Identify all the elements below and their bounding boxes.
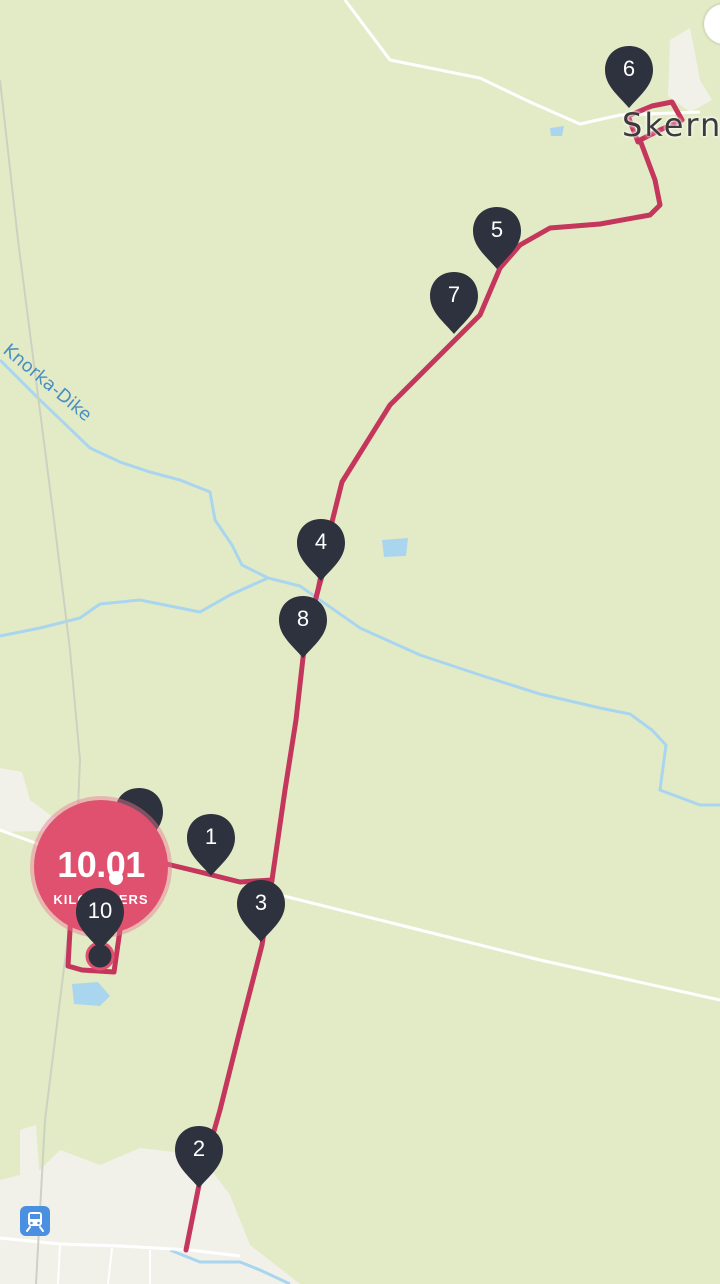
map-base: Knorka-Dike (0, 0, 720, 1284)
route-marker-3-pin[interactable]: 3 (235, 878, 287, 944)
stream (0, 358, 720, 807)
train-icon (26, 1212, 44, 1232)
route-marker-label: 7 (447, 282, 461, 307)
train-station-icon[interactable] (20, 1206, 50, 1236)
waterway-label: Knorka-Dike (0, 340, 96, 426)
route-marker-label: 1 (204, 824, 218, 849)
route-marker-6-pin[interactable]: 6 (603, 44, 655, 110)
route-marker-label: 3 (254, 890, 268, 915)
settlement-area (668, 28, 712, 112)
route-marker-1-pin[interactable]: 1 (185, 812, 237, 878)
route-marker-8-pin[interactable]: 8 (277, 594, 329, 660)
route-marker-label: 5 (490, 217, 504, 242)
route-marker-4-pin[interactable]: 4 (295, 517, 347, 583)
road (259, 888, 720, 1002)
pond (550, 126, 564, 136)
route-marker-label: 2 (192, 1136, 206, 1161)
route-line (65, 99, 685, 1253)
distance-value: 10.01 (57, 844, 145, 885)
map-view[interactable]: Knorka-Dike Skern 1 2 3 4 5 6 7 8 10.01 … (0, 0, 720, 1284)
pond (72, 982, 110, 1006)
route-marker-10-pin[interactable]: 10 (74, 886, 126, 952)
route-marker-2-pin[interactable]: 2 (173, 1124, 225, 1190)
route-marker-label: 8 (296, 606, 310, 631)
railway (0, 79, 82, 1284)
town-label: Skern (622, 106, 720, 144)
route-marker-5-pin[interactable]: 5 (471, 205, 523, 271)
settlement-area (20, 1125, 40, 1190)
pond (382, 538, 408, 557)
stream (0, 576, 269, 638)
route-marker-7-pin[interactable]: 7 (428, 270, 480, 336)
route-marker-label: 6 (622, 56, 636, 81)
route-marker-label: 4 (314, 529, 328, 554)
route-marker-label: 10 (87, 898, 113, 923)
